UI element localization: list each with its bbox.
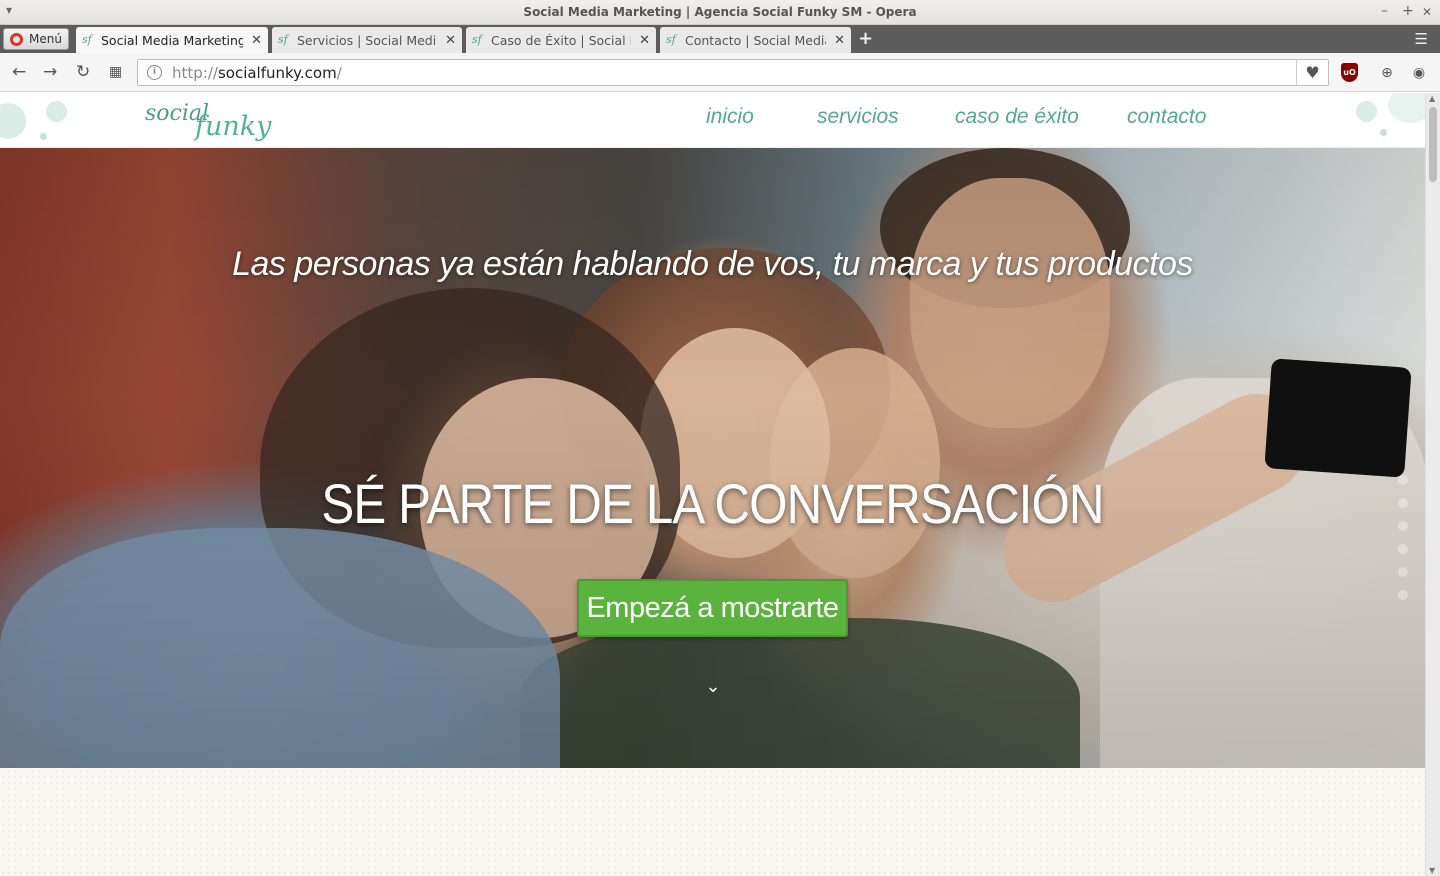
back-arrow-icon[interactable]: ← [12, 62, 26, 82]
reload-icon[interactable]: ↻ [76, 62, 90, 82]
decorative-bubble [0, 103, 26, 139]
section-dot[interactable] [1398, 544, 1408, 554]
section-dot[interactable] [1398, 590, 1408, 600]
tab-social-media-marketing[interactable]: sf Social Media Marketing ✕ [76, 27, 268, 53]
decorative-bubble [1356, 101, 1377, 122]
minimize-button[interactable]: – [1381, 3, 1388, 19]
update-icon[interactable]: ⊕ [1377, 63, 1397, 83]
ublock-icon[interactable]: uO [1341, 63, 1358, 82]
scroll-up-arrow-icon[interactable]: ▲ [1429, 94, 1435, 103]
next-section [0, 768, 1425, 876]
hero-title: SÉ PARTE DE LA CONVERSACIÓN [321, 472, 1104, 535]
socialfunky-favicon-icon: sf [472, 33, 482, 46]
socialfunky-favicon-icon: sf [666, 33, 676, 46]
logo-word-funky: funky [195, 111, 272, 142]
window-titlebar: ▾ Social Media Marketing | Agencia Socia… [0, 0, 1440, 25]
nav-caso-de-exito[interactable]: caso de éxito [955, 105, 1079, 129]
section-dot[interactable] [1398, 567, 1408, 577]
section-dot[interactable] [1398, 521, 1408, 531]
decorative-bubble [40, 133, 47, 140]
tab-title: Caso de Éxito | Social M [491, 32, 632, 48]
tab-title: Social Media Marketing [101, 32, 244, 48]
close-window-button[interactable]: ✕ [1422, 5, 1432, 19]
tab-title: Contacto | Social Media [685, 32, 827, 48]
new-tab-button[interactable]: + [858, 28, 873, 49]
scroll-down-arrow-icon[interactable]: ▼ [1429, 866, 1435, 875]
opera-menu-label: Menú [29, 32, 62, 46]
section-dot[interactable] [1398, 475, 1408, 485]
tab-close-icon[interactable]: ✕ [834, 33, 845, 48]
decorative-bubble [1388, 93, 1425, 123]
decorative-bubble [1380, 129, 1387, 136]
tab-bar: Menú sf Social Media Marketing ✕ sf Serv… [0, 25, 1440, 53]
site-header: social funky inicio servicios caso de éx… [0, 93, 1425, 148]
section-dot[interactable] [1398, 498, 1408, 508]
decorative-bubble [46, 101, 67, 122]
cta-empeza-a-mostrarte-button[interactable]: Empezá a mostrarte [577, 579, 848, 637]
nav-contacto[interactable]: contacto [1127, 105, 1206, 129]
socialfunky-favicon-icon: sf [82, 33, 92, 46]
forward-arrow-icon[interactable]: → [43, 62, 57, 82]
maximize-button[interactable]: + [1402, 3, 1414, 19]
address-bar[interactable]: i http://socialfunky.com / ♥ [137, 59, 1329, 86]
bookmark-heart-icon[interactable]: ♥ [1296, 59, 1328, 86]
tab-close-icon[interactable]: ✕ [445, 33, 456, 48]
nav-inicio[interactable]: inicio [706, 105, 754, 129]
page-scrollbar[interactable]: ▲ ▼ [1425, 93, 1440, 876]
tab-close-icon[interactable]: ✕ [251, 33, 262, 48]
opera-menu-button[interactable]: Menú [3, 28, 69, 50]
tab-contacto[interactable]: sf Contacto | Social Media ✕ [660, 27, 851, 53]
window-title: Social Media Marketing | Agencia Social … [523, 5, 917, 19]
address-toolbar: ← → ↻ ▦ i http://socialfunky.com / ♥ uO ⊕… [0, 53, 1440, 92]
tab-title: Servicios | Social Media [297, 32, 438, 48]
hero-section: Las personas ya están hablando de vos, t… [0, 148, 1425, 768]
tab-servicios[interactable]: sf Servicios | Social Media ✕ [272, 27, 462, 53]
user-profile-icon[interactable]: ◉ [1409, 63, 1429, 83]
opera-logo-icon [10, 32, 23, 46]
socialfunky-logo[interactable]: social funky [145, 97, 275, 147]
site-info-icon[interactable]: i [147, 65, 162, 80]
url-host: socialfunky.com [217, 63, 337, 82]
chevron-down-icon[interactable]: ⌄ [702, 676, 724, 698]
section-dots-nav [1398, 475, 1410, 613]
tab-menu-icon[interactable]: ☰ [1415, 30, 1428, 48]
scrollbar-thumb[interactable] [1429, 107, 1437, 182]
nav-servicios[interactable]: servicios [817, 105, 899, 129]
socialfunky-favicon-icon: sf [278, 33, 288, 46]
url-protocol: http:// [172, 63, 218, 82]
tab-close-icon[interactable]: ✕ [639, 33, 650, 48]
url-path: / [336, 63, 342, 82]
speed-dial-grid-icon[interactable]: ▦ [109, 62, 122, 82]
tab-caso-de-exito[interactable]: sf Caso de Éxito | Social M ✕ [466, 27, 656, 53]
page-viewport: social funky inicio servicios caso de éx… [0, 93, 1425, 876]
hero-subtitle: Las personas ya están hablando de vos, t… [232, 245, 1193, 283]
